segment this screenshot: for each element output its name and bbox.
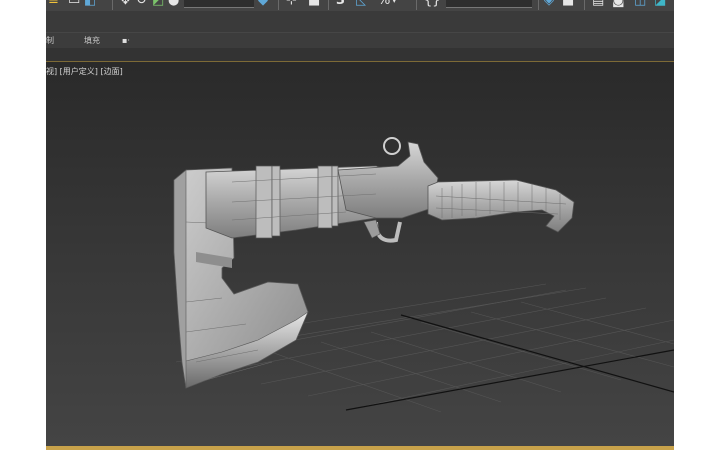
align-icon[interactable]: ■: [562, 0, 574, 8]
angle-snap-icon[interactable]: ◺: [356, 0, 366, 8]
ribbon-tab-fill[interactable]: 填充: [84, 36, 100, 46]
select-icon[interactable]: ≡: [48, 0, 59, 8]
gun-grip-model: [427, 179, 575, 233]
region-select-icon[interactable]: ▭: [68, 0, 80, 8]
toolbar-divider: [416, 0, 417, 10]
move-icon[interactable]: ✥: [120, 0, 131, 8]
app-window: ≡ ▭ ◧ ✥ ↻ ◩ ● ◆ ⊹ ■ 3 ◺ % ▾ {} ◈ ■ ▤ ◙ ◫…: [46, 0, 674, 450]
toolbar-divider: [112, 0, 113, 10]
pivot-icon[interactable]: ◆: [258, 0, 268, 8]
ribbon-divider: [46, 48, 674, 62]
placement-icon[interactable]: ●: [168, 0, 179, 8]
toolbar-divider: [278, 0, 279, 10]
main-toolbar: ≡ ▭ ◧ ✥ ↻ ◩ ● ◆ ⊹ ■ 3 ◺ % ▾ {} ◈ ■ ▤ ◙ ◫…: [46, 0, 674, 11]
perspective-viewport[interactable]: 视] [用户定义] [边面]: [46, 62, 674, 446]
window-crossing-icon[interactable]: ◧: [84, 0, 96, 8]
gun-body-model: [205, 137, 439, 243]
toolbar-divider: [584, 0, 585, 10]
ribbon-bar: [46, 11, 674, 32]
link-icon[interactable]: ⊹: [286, 0, 297, 8]
material-editor-icon[interactable]: ◫: [634, 0, 646, 8]
snap-icon[interactable]: 3: [336, 0, 345, 8]
toolbar-divider: [328, 0, 329, 10]
chevron-down-icon[interactable]: ▾: [392, 0, 397, 8]
scale-icon[interactable]: ◩: [152, 0, 164, 8]
viewport-scene: [173, 137, 674, 413]
camera-icon[interactable]: ▪·: [122, 36, 130, 46]
viewport-border: [46, 446, 674, 450]
rotate-icon[interactable]: ↻: [136, 0, 147, 8]
ribbon-tab-label[interactable]: 制: [46, 36, 54, 46]
named-selection-icon[interactable]: {}: [424, 0, 441, 8]
named-selection-dropdown[interactable]: [446, 0, 532, 8]
render-icon[interactable]: ◪: [654, 0, 666, 8]
toolbar-divider: [538, 0, 539, 10]
ribbon-panel-row: 制 填充 ▪·: [46, 32, 674, 49]
scene-explorer-icon[interactable]: ◙: [612, 0, 625, 8]
coordinate-dropdown[interactable]: [184, 0, 254, 8]
mirror-icon[interactable]: ◈: [544, 0, 554, 8]
layer-manager-icon[interactable]: ▤: [592, 0, 604, 8]
bind-icon[interactable]: ■: [308, 0, 320, 8]
percent-snap-icon[interactable]: %: [378, 0, 390, 8]
